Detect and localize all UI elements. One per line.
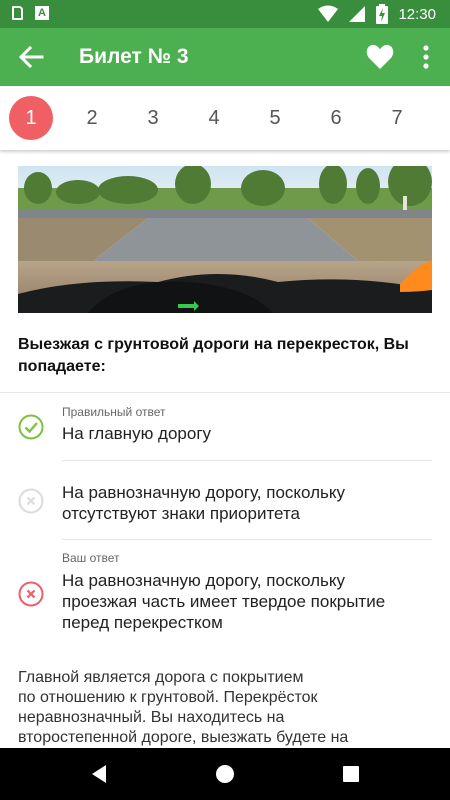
answer-line: проезжая часть имеет твердое покрытие bbox=[62, 592, 386, 611]
more-vert-icon bbox=[423, 45, 429, 69]
tab-question-4[interactable]: 4 bbox=[192, 96, 236, 140]
nav-home-button[interactable] bbox=[213, 762, 237, 786]
answer-1-status[interactable] bbox=[18, 414, 44, 440]
more-menu-button[interactable] bbox=[414, 44, 438, 70]
answer-1-text[interactable]: На главную дорогу bbox=[62, 423, 432, 444]
check-circle-icon bbox=[18, 414, 44, 440]
signal-icon bbox=[349, 6, 366, 22]
app-bar: Билет № 3 bbox=[0, 28, 450, 86]
question-image bbox=[18, 166, 432, 313]
tab-question-3[interactable]: 3 bbox=[131, 96, 175, 140]
answer-line: На равнозначную дорогу, поскольку bbox=[62, 571, 346, 590]
recents-square-icon bbox=[343, 766, 359, 782]
answer-line: отсутствуют знаки приоритета bbox=[62, 504, 300, 523]
status-bar: A 12:30 bbox=[0, 0, 450, 28]
explanation-line: неравнозначный. Вы находитесь на bbox=[18, 709, 285, 726]
question-text: Выезжая с грунтовой дороги на перекресто… bbox=[18, 336, 409, 375]
heart-icon bbox=[366, 44, 394, 69]
answer-1-hint: Правильный ответ bbox=[62, 405, 166, 419]
tab-question-6[interactable]: 6 bbox=[314, 96, 358, 140]
a-notification-icon: A bbox=[35, 6, 49, 20]
explanation-line: второстепенной дороге, выезжать будете н… bbox=[18, 729, 349, 746]
explanation-line: Главной является дорога с покрытием bbox=[18, 669, 304, 686]
nav-back-button[interactable] bbox=[88, 762, 112, 786]
answer-2-text[interactable]: На равнозначную дорогу, поскольку отсутс… bbox=[62, 482, 432, 524]
answer-3-status[interactable] bbox=[18, 581, 44, 607]
answer-3-text[interactable]: На равнозначную дорогу, поскольку проезж… bbox=[62, 570, 432, 633]
wifi-icon bbox=[318, 5, 339, 22]
nav-recents-button[interactable] bbox=[339, 762, 363, 786]
x-circle-icon bbox=[18, 581, 44, 607]
back-button[interactable] bbox=[16, 43, 46, 71]
tab-question-1[interactable]: 1 bbox=[9, 96, 53, 140]
battery-charging-icon bbox=[376, 4, 389, 24]
answer-line: перед перекрестком bbox=[62, 613, 223, 632]
system-nav-bar bbox=[0, 748, 450, 800]
explanation-line: по отношению к грунтовой. Перекрёсток bbox=[18, 689, 318, 706]
divider bbox=[62, 539, 432, 540]
sd-card-icon bbox=[12, 6, 23, 20]
back-arrow-icon bbox=[18, 45, 44, 69]
home-circle-icon bbox=[216, 765, 234, 783]
tab-question-2[interactable]: 2 bbox=[70, 96, 114, 140]
answer-line: На равнозначную дорогу, поскольку bbox=[62, 483, 346, 502]
page-title: Билет № 3 bbox=[79, 45, 189, 68]
back-triangle-icon bbox=[92, 765, 106, 783]
divider bbox=[0, 392, 450, 393]
divider bbox=[62, 460, 432, 461]
status-time: 12:30 bbox=[398, 5, 436, 23]
x-circle-icon bbox=[18, 488, 44, 514]
tab-question-7[interactable]: 7 bbox=[375, 96, 419, 140]
question-tabs: 1 2 3 4 5 6 7 bbox=[0, 86, 450, 150]
answer-line: На главную дорогу bbox=[62, 424, 212, 443]
explanation-text: Главной является дорога с покрытием по о… bbox=[18, 668, 418, 748]
tab-question-5[interactable]: 5 bbox=[253, 96, 297, 140]
answer-2-status[interactable] bbox=[18, 488, 44, 514]
favorite-button[interactable] bbox=[366, 44, 394, 70]
answer-3-hint: Ваш ответ bbox=[62, 551, 120, 565]
